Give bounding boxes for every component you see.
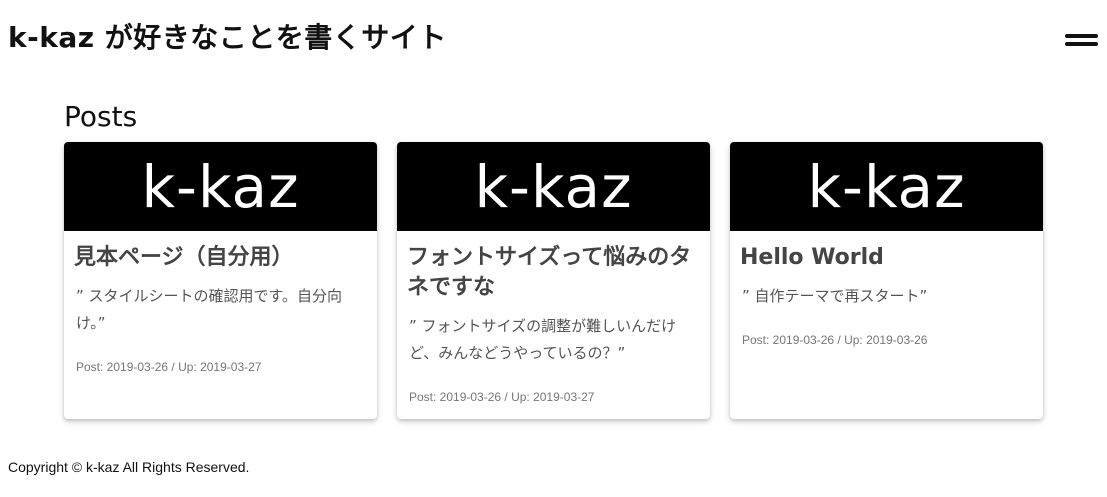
post-thumbnail[interactable]: k-kaz — [730, 142, 1043, 231]
post-thumbnail[interactable]: k-kaz — [397, 142, 710, 231]
menu-bar-top — [1065, 34, 1098, 38]
footer-copyright: Copyright © k-kaz All Rights Reserved. — [8, 459, 250, 475]
post-card-body: フォントサイズって悩みのタネですな ” フォントサイズの調整が難しいんだけど、み… — [397, 231, 710, 405]
post-title[interactable]: Hello World — [740, 243, 1033, 273]
post-card[interactable]: k-kaz Hello World ” 自作テーマで再スタート” Post: 2… — [730, 142, 1043, 419]
post-card-body: 見本ページ（自分用） ” スタイルシートの確認用です。自分向け。” Post: … — [64, 231, 377, 375]
hamburger-menu-icon[interactable] — [1062, 30, 1100, 50]
post-excerpt: ” フォントサイズの調整が難しいんだけど、みんなどうやっているの？” — [409, 317, 677, 362]
post-title[interactable]: 見本ページ（自分用） — [74, 243, 367, 273]
thumbnail-logo-text: k-kaz — [807, 152, 966, 221]
post-card[interactable]: k-kaz フォントサイズって悩みのタネですな ” フォントサイズの調整が難しい… — [397, 142, 710, 419]
post-card-body: Hello World ” 自作テーマで再スタート” Post: 2019-03… — [730, 231, 1043, 348]
thumbnail-logo-text: k-kaz — [141, 152, 300, 221]
post-thumbnail[interactable]: k-kaz — [64, 142, 377, 231]
posts-heading: Posts — [64, 100, 138, 133]
thumbnail-logo-text: k-kaz — [474, 152, 633, 221]
post-excerpt: ” 自作テーマで再スタート” — [742, 287, 928, 305]
post-dates: Post: 2019-03-26 / Up: 2019-03-26 — [742, 333, 928, 347]
menu-bar-bottom — [1065, 42, 1098, 46]
post-title[interactable]: フォントサイズって悩みのタネですな — [407, 243, 700, 303]
post-dates: Post: 2019-03-26 / Up: 2019-03-27 — [76, 360, 262, 374]
post-excerpt: ” スタイルシートの確認用です。自分向け。” — [76, 287, 343, 332]
post-dates: Post: 2019-03-26 / Up: 2019-03-27 — [409, 390, 595, 404]
site-title[interactable]: k-kaz が好きなことを書くサイト — [8, 18, 447, 58]
post-card[interactable]: k-kaz 見本ページ（自分用） ” スタイルシートの確認用です。自分向け。” … — [64, 142, 377, 419]
